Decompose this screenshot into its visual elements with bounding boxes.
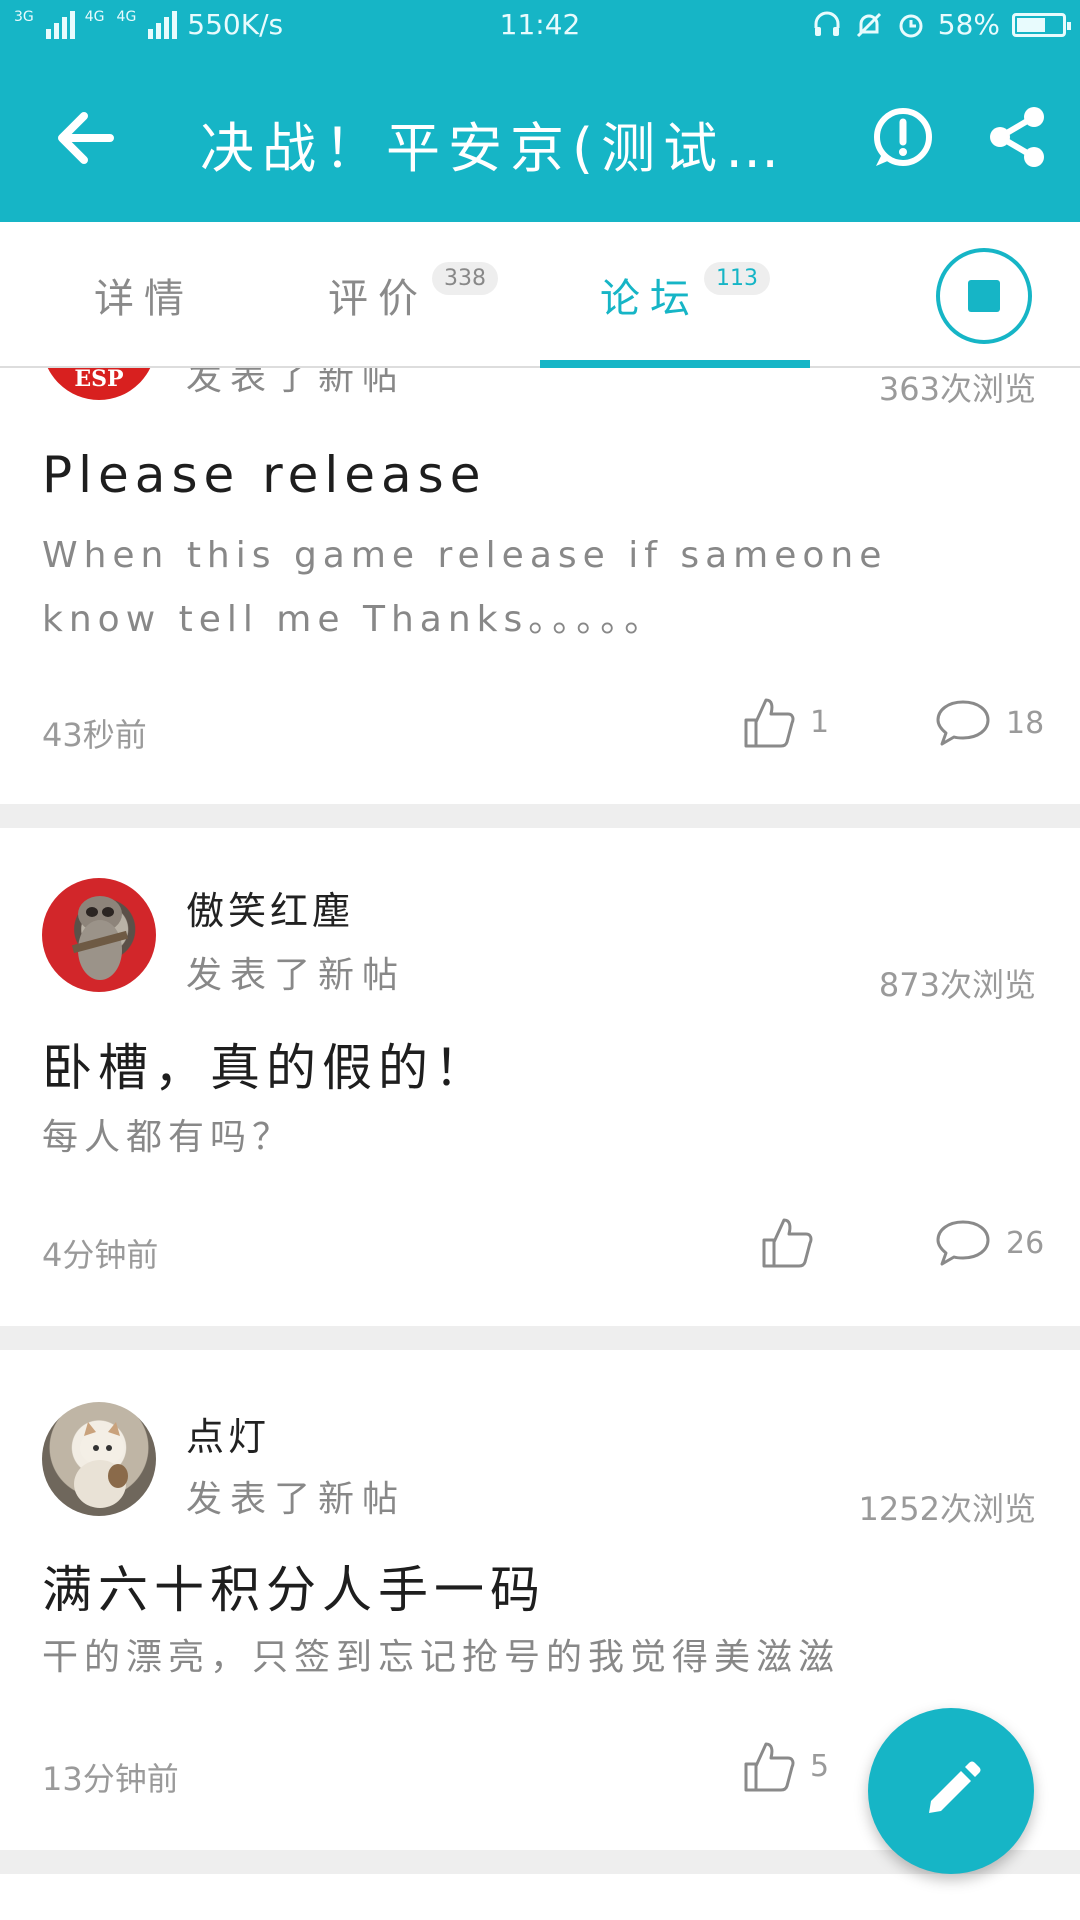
tab-forum[interactable]: 论坛 113 — [600, 262, 770, 336]
battery-icon — [1012, 12, 1071, 37]
post-body: 干的漂亮，只签到忘记抢号的我觉得美滋滋 — [42, 1637, 841, 1678]
report-button[interactable] — [868, 102, 938, 172]
alert-circle-icon — [874, 108, 932, 166]
avatar[interactable]: ESP — [42, 368, 156, 400]
comment-count: 18 — [1006, 705, 1045, 741]
back-button[interactable] — [40, 98, 130, 178]
stop-icon — [968, 280, 1000, 312]
raccoon-avatar-image — [71, 896, 129, 980]
post-time: 13分钟前 — [42, 1760, 179, 1798]
active-tab-indicator — [540, 360, 810, 368]
forum-post[interactable]: 傲笑红塵 发表了新帖 873次浏览 卧槽，真的假的！ 每人都有吗？ 4分钟前 2… — [0, 828, 1080, 1326]
new-post-button[interactable] — [868, 1708, 1034, 1874]
stop-button[interactable] — [936, 248, 1032, 344]
avatar-logo-text: ESP — [74, 368, 124, 392]
post-separator — [0, 804, 1080, 828]
comment-bubble-icon — [936, 700, 990, 746]
post-title: Please release — [42, 446, 487, 504]
avatar[interactable] — [42, 878, 156, 992]
post-body: When this game release if sameone know t… — [42, 535, 888, 640]
page-title: 决战！平安京(测试… — [200, 117, 788, 174]
thumb-up-icon — [744, 698, 795, 748]
app-bar: 决战！平安京(测试… — [0, 52, 1080, 222]
post-body: 每人都有吗？ — [42, 1117, 295, 1158]
like-count: 5 — [810, 1748, 830, 1784]
post-action: 发表了新帖 — [186, 955, 407, 996]
back-arrow-icon — [58, 112, 114, 164]
bell-muted-icon — [856, 12, 881, 37]
tab-label: 论坛 — [600, 276, 700, 322]
forum-feed: ESP 发表了新帖 363次浏览 Please release When thi… — [0, 368, 1080, 1920]
battery-percent: 58% — [937, 8, 1000, 41]
top-bar: 3G 4G 4G 550K/s 11:42 58% 决战！平安京(测试… — [0, 0, 1080, 222]
tab-details[interactable]: 详情 — [94, 266, 194, 336]
tab-label: 详情 — [94, 276, 194, 322]
tab-bar: 详情 评价 338 论坛 113 — [0, 222, 1080, 368]
like-count: 1 — [810, 704, 830, 740]
thumb-up-icon — [762, 1218, 813, 1268]
post-time: 43秒前 — [42, 716, 147, 754]
forum-post[interactable]: ESP 发表了新帖 363次浏览 Please release When thi… — [0, 368, 1080, 804]
post-separator — [0, 1326, 1080, 1350]
tab-reviews[interactable]: 评价 338 — [328, 262, 498, 336]
post-action: 发表了新帖 — [186, 368, 407, 398]
tab-count-badge: 113 — [704, 262, 770, 295]
status-bar: 3G 4G 4G 550K/s 11:42 58% — [0, 0, 1080, 52]
pencil-icon — [929, 1761, 981, 1813]
view-count: 363次浏览 — [878, 370, 1036, 408]
comment-button[interactable]: 26 — [934, 1218, 1044, 1268]
cat-avatar-image — [74, 1422, 128, 1508]
tab-label: 评价 — [328, 276, 428, 322]
share-button[interactable] — [982, 102, 1052, 172]
like-button[interactable]: 1 — [742, 694, 829, 750]
post-title: 满六十积分人手一码 — [42, 1561, 546, 1619]
tab-count-badge: 338 — [432, 262, 498, 295]
comment-button[interactable]: 18 — [934, 698, 1044, 748]
view-count: 1252次浏览 — [858, 1490, 1036, 1528]
thumb-up-icon — [744, 1742, 795, 1792]
like-button[interactable]: 5 — [742, 1738, 829, 1794]
comment-bubble-icon — [936, 1220, 990, 1266]
headset-icon — [814, 11, 840, 36]
avatar[interactable] — [42, 1402, 156, 1516]
author-name[interactable]: 傲笑红塵 — [186, 880, 354, 935]
author-name[interactable]: 点灯 — [186, 1406, 270, 1461]
like-button[interactable] — [760, 1214, 828, 1270]
post-time: 4分钟前 — [42, 1236, 159, 1274]
post-action: 发表了新帖 — [186, 1479, 407, 1520]
alarm-icon — [899, 14, 923, 37]
share-icon — [990, 107, 1044, 167]
view-count: 873次浏览 — [878, 966, 1036, 1004]
post-title: 卧槽，真的假的！ — [42, 1039, 490, 1097]
comment-count: 26 — [1006, 1225, 1045, 1261]
forum-post[interactable] — [0, 1874, 1080, 1920]
